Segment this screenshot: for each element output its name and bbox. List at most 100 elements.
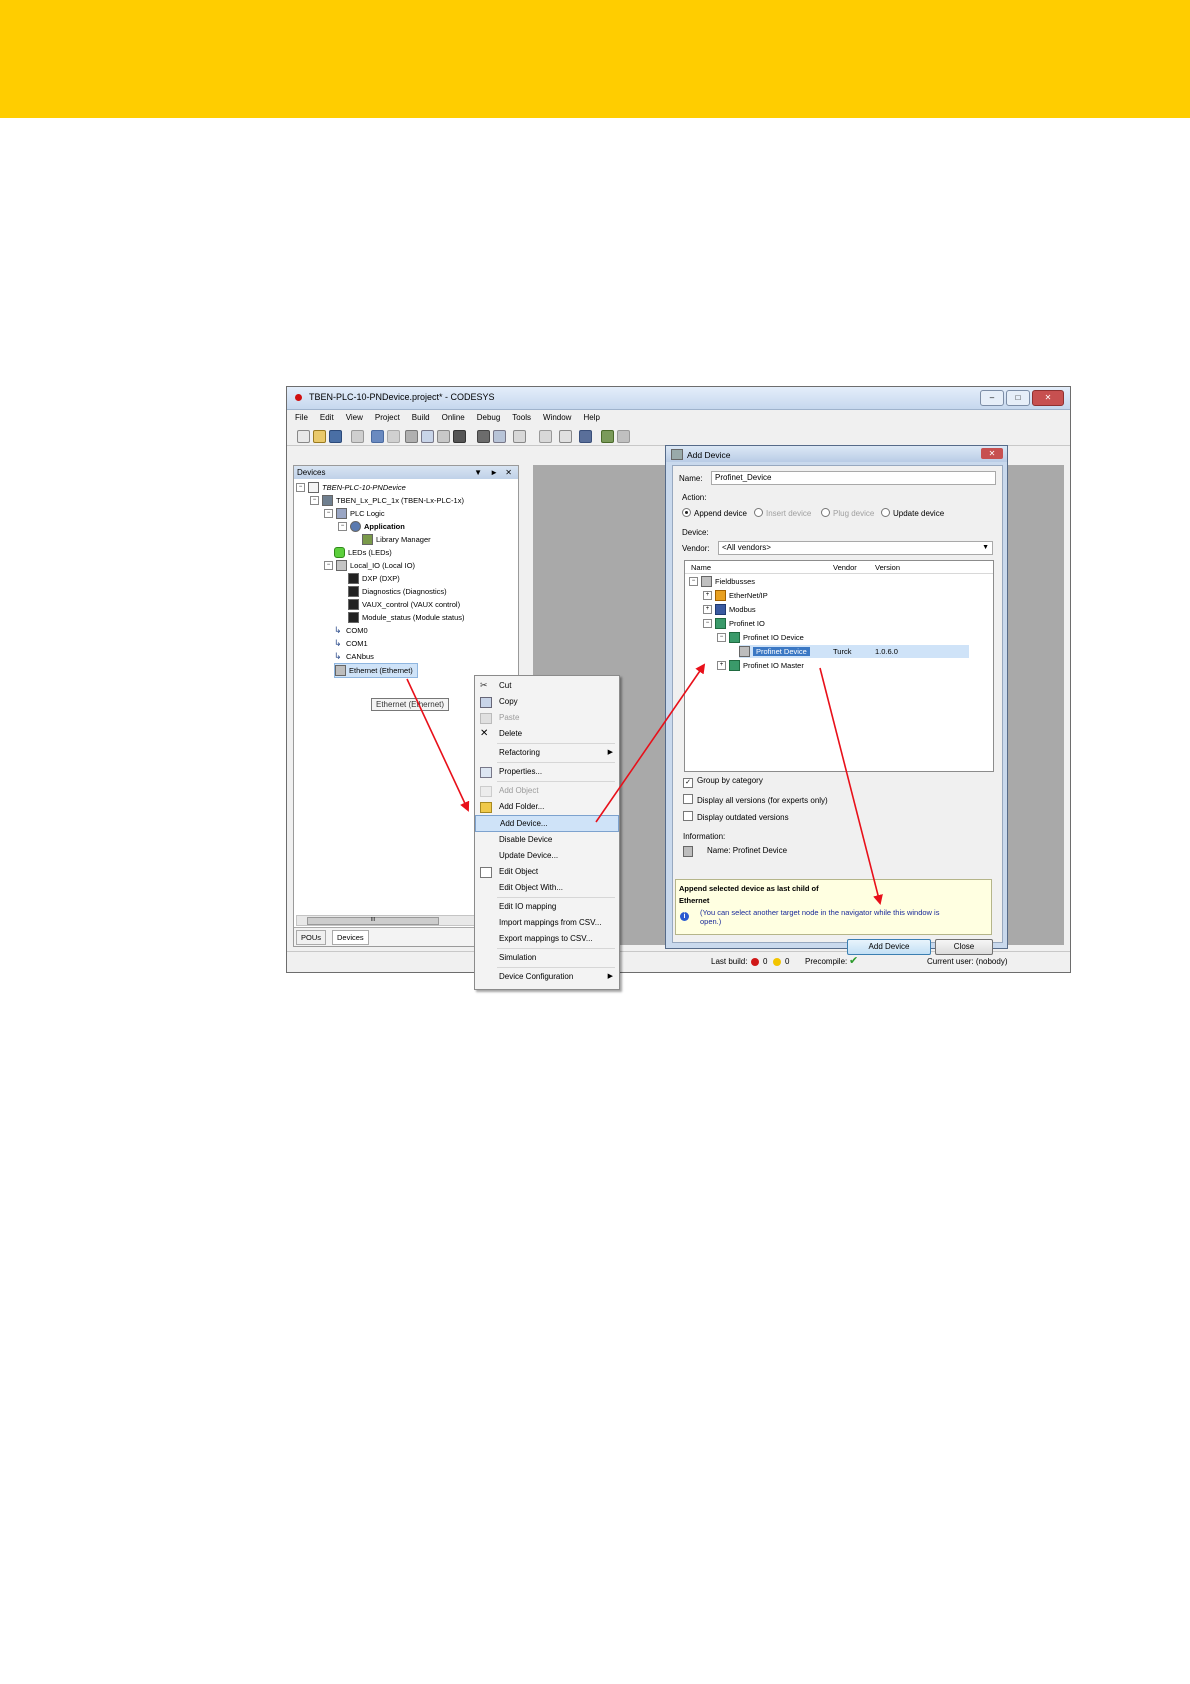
expand-icon[interactable]: +: [703, 591, 712, 600]
tree-item-diagnostics[interactable]: Diagnostics (Diagnostics): [348, 585, 447, 598]
tree-item-vaux-control[interactable]: VAUX_control (VAUX control): [348, 598, 460, 611]
menu-file[interactable]: File: [295, 410, 308, 426]
tree-item-plc[interactable]: − TBEN_Lx_PLC_1x (TBEN-Lx-PLC-1x): [310, 494, 464, 507]
menu-item-paste[interactable]: Paste: [475, 710, 619, 725]
menu-item-edit-object-with[interactable]: Edit Object With...: [475, 880, 619, 895]
column-version[interactable]: Version: [875, 563, 900, 572]
list-item-profinet-io-master[interactable]: + Profinet IO Master: [717, 659, 804, 672]
list-item-modbus[interactable]: + Modbus: [703, 603, 756, 616]
menu-item-simulation[interactable]: Simulation: [475, 950, 619, 965]
tab-devices[interactable]: Devices: [332, 930, 369, 945]
expand-icon[interactable]: +: [703, 605, 712, 614]
column-name[interactable]: Name: [691, 563, 711, 572]
tree-item-leds[interactable]: LEDs (LEDs): [334, 546, 392, 559]
menu-item-device-configuration[interactable]: Device Configuration ▶: [475, 969, 619, 984]
menu-build[interactable]: Build: [412, 410, 430, 426]
menu-item-edit-object[interactable]: Edit Object: [475, 864, 619, 879]
menu-item-properties[interactable]: Properties...: [475, 764, 619, 779]
menu-item-add-device[interactable]: Add Device...: [475, 815, 619, 832]
grid-tool-icon[interactable]: [579, 430, 592, 443]
cut-tool-icon[interactable]: [405, 430, 418, 443]
collapse-icon[interactable]: −: [310, 496, 319, 505]
vendor-select[interactable]: <All vendors> ▼: [718, 541, 993, 555]
tree-item-com0[interactable]: ↳ COM0: [334, 624, 368, 637]
radio-plug-device[interactable]: Plug device: [821, 507, 874, 518]
column-vendor[interactable]: Vendor: [833, 563, 857, 572]
collapse-icon[interactable]: −: [689, 577, 698, 586]
delete-tool-icon[interactable]: [453, 430, 466, 443]
collapse-icon[interactable]: −: [324, 509, 333, 518]
collapse-icon[interactable]: −: [703, 619, 712, 628]
radio-update-device[interactable]: Update device: [881, 507, 944, 518]
find-icon[interactable]: [477, 430, 490, 443]
menu-item-refactoring[interactable]: Refactoring ▶: [475, 745, 619, 760]
redo-icon[interactable]: [387, 430, 400, 443]
replace-icon[interactable]: [493, 430, 506, 443]
tree-item-local-io[interactable]: − Local_IO (Local IO): [324, 559, 415, 572]
save-icon[interactable]: [329, 430, 342, 443]
document-tool-icon[interactable]: [559, 430, 572, 443]
name-input[interactable]: Profinet_Device: [711, 471, 996, 485]
list-item-profinet-io[interactable]: − Profinet IO: [703, 617, 765, 630]
collapse-icon[interactable]: −: [324, 561, 333, 570]
new-file-icon[interactable]: [297, 430, 310, 443]
menu-item-add-object[interactable]: Add Object: [475, 783, 619, 798]
pin-icon[interactable]: ►: [490, 466, 498, 479]
build-icon[interactable]: [601, 430, 614, 443]
maximize-button[interactable]: □: [1006, 390, 1030, 406]
menu-debug[interactable]: Debug: [477, 410, 501, 426]
menu-edit[interactable]: Edit: [320, 410, 334, 426]
expand-icon[interactable]: +: [717, 661, 726, 670]
menu-item-import-mappings[interactable]: Import mappings from CSV...: [475, 915, 619, 930]
checkbox-display-all-versions[interactable]: Display all versions (for experts only): [683, 793, 828, 805]
menu-project[interactable]: Project: [375, 410, 400, 426]
tree-item-ethernet[interactable]: Ethernet (Ethernet): [334, 663, 418, 678]
scrollbar-thumb[interactable]: III: [307, 917, 439, 925]
menu-window[interactable]: Window: [543, 410, 571, 426]
menu-online[interactable]: Online: [442, 410, 465, 426]
minimize-button[interactable]: –: [980, 390, 1004, 406]
list-item-ethernet-ip[interactable]: + EtherNet/IP: [703, 589, 768, 602]
checkbox-display-outdated[interactable]: Display outdated versions: [683, 810, 789, 822]
close-button[interactable]: Close: [935, 939, 993, 955]
tree-item-com1[interactable]: ↳ COM1: [334, 637, 368, 650]
menu-item-add-folder[interactable]: Add Folder...: [475, 799, 619, 814]
tree-item-plc-logic[interactable]: − PLC Logic: [324, 507, 385, 520]
panel-close-icon[interactable]: ✕: [505, 466, 512, 479]
menu-item-disable-device[interactable]: Disable Device: [475, 832, 619, 847]
checkbox-group-by-category[interactable]: ✓ Group by category: [683, 776, 763, 788]
login-icon[interactable]: [617, 430, 630, 443]
collapse-icon[interactable]: −: [338, 522, 347, 531]
menu-item-delete[interactable]: ✕ Delete: [475, 726, 619, 741]
tree-item-library-manager[interactable]: Library Manager: [362, 533, 431, 546]
menu-help[interactable]: Help: [583, 410, 599, 426]
tree-item-canbus[interactable]: ↳ CANbus: [334, 650, 374, 663]
tree-item-project[interactable]: − TBEN-PLC-10-PNDevice: [296, 481, 406, 494]
collapse-icon[interactable]: −: [296, 483, 305, 492]
list-item-profinet-io-device[interactable]: − Profinet IO Device: [717, 631, 804, 644]
tree-item-application[interactable]: − Application: [338, 520, 405, 533]
menu-item-export-mappings[interactable]: Export mappings to CSV...: [475, 931, 619, 946]
panel-menu-icon[interactable]: ▼: [474, 466, 482, 479]
add-tool-icon[interactable]: [539, 430, 552, 443]
menu-view[interactable]: View: [346, 410, 363, 426]
tree-item-module-status[interactable]: Module_status (Module status): [348, 611, 465, 624]
open-folder-icon[interactable]: [313, 430, 326, 443]
window-tool-icon[interactable]: [513, 430, 526, 443]
print-icon[interactable]: [351, 430, 364, 443]
add-device-button[interactable]: Add Device: [847, 939, 931, 955]
menu-tools[interactable]: Tools: [512, 410, 531, 426]
list-item-profinet-device[interactable]: Profinet Device Turck 1.0.6.0: [739, 645, 969, 658]
menu-item-update-device[interactable]: Update Device...: [475, 848, 619, 863]
menu-item-copy[interactable]: Copy: [475, 694, 619, 709]
tree-item-dxp[interactable]: DXP (DXP): [348, 572, 400, 585]
radio-insert-device[interactable]: Insert device: [754, 507, 811, 518]
window-close-button[interactable]: ✕: [1032, 390, 1064, 406]
list-item-fieldbusses[interactable]: − Fieldbusses: [689, 575, 755, 588]
dialog-close-icon[interactable]: ✕: [981, 448, 1003, 459]
collapse-icon[interactable]: −: [717, 633, 726, 642]
copy-tool-icon[interactable]: [421, 430, 434, 443]
tab-pous[interactable]: POUs: [296, 930, 327, 945]
menu-item-cut[interactable]: ✂ Cut: [475, 678, 619, 693]
radio-append-device[interactable]: Append device: [682, 507, 747, 518]
